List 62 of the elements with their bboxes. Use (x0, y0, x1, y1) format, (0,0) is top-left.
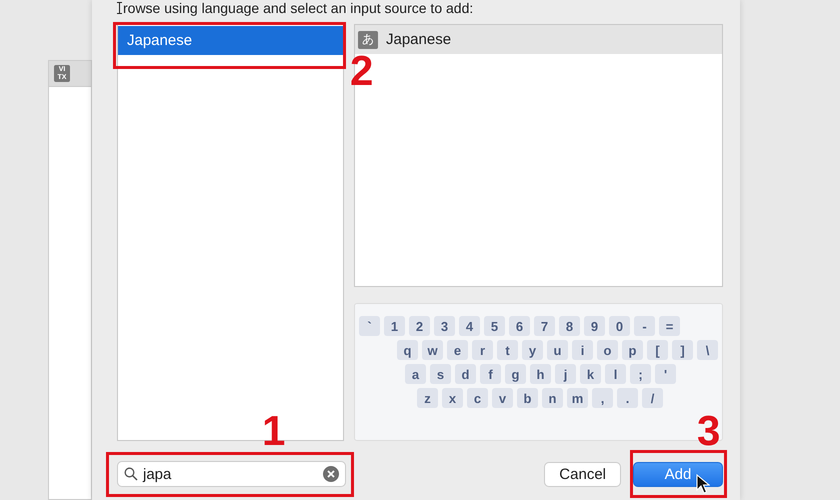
keyboard-key: x (442, 388, 463, 408)
input-source-item[interactable]: あ Japanese (355, 25, 722, 54)
keyboard-key: r (472, 340, 493, 360)
keyboard-key: c (467, 388, 488, 408)
annotation-number: 1 (262, 410, 286, 452)
dialog-heading: rowse using language and select an input source to add: (123, 0, 474, 16)
keyboard-key: w (422, 340, 443, 360)
clear-icon[interactable] (323, 466, 339, 482)
keyboard-key: , (592, 388, 613, 408)
keyboard-key: f (480, 364, 501, 384)
keyboard-key: 7 (534, 316, 555, 336)
search-field[interactable]: japa (117, 461, 346, 487)
keyboard-key: [ (647, 340, 668, 360)
keyboard-key: ' (655, 364, 676, 384)
keyboard-key: q (397, 340, 418, 360)
keyboard-key: 2 (409, 316, 430, 336)
keyboard-key: h (530, 364, 551, 384)
search-icon (124, 467, 138, 481)
keyboard-key: i (572, 340, 593, 360)
annotation-number: 3 (697, 410, 720, 452)
keyboard-key: 8 (559, 316, 580, 336)
keyboard-key: 6 (509, 316, 530, 336)
keyboard-key: - (634, 316, 655, 336)
mouse-pointer-icon (696, 474, 710, 494)
language-item[interactable]: Japanese (118, 26, 343, 55)
keyboard-key: m (567, 388, 588, 408)
input-source-label: Japanese (386, 31, 452, 48)
keyboard-key: 4 (459, 316, 480, 336)
search-value: japa (143, 466, 172, 482)
keyboard-key: g (505, 364, 526, 384)
keyboard-key: = (659, 316, 680, 336)
keyboard-key: n (542, 388, 563, 408)
keyboard-key: p (622, 340, 643, 360)
text-cursor-icon (117, 2, 122, 14)
keyboard-key: 3 (434, 316, 455, 336)
keyboard-key: j (555, 364, 576, 384)
keyboard-key: 9 (584, 316, 605, 336)
cancel-button[interactable]: Cancel (544, 462, 621, 486)
keyboard-key: 0 (609, 316, 630, 336)
keyboard-key: s (430, 364, 451, 384)
keyboard-key: ; (630, 364, 651, 384)
keyboard-key: ] (672, 340, 693, 360)
keyboard-key: u (547, 340, 568, 360)
keyboard-key: 5 (484, 316, 505, 336)
keyboard-key: e (447, 340, 468, 360)
keyboard-key: v (492, 388, 513, 408)
keyboard-key: o (597, 340, 618, 360)
keyboard-key: 1 (384, 316, 405, 336)
keyboard-key: . (617, 388, 638, 408)
keyboard-key: b (517, 388, 538, 408)
keyboard-key: a (405, 364, 426, 384)
japanese-input-icon: あ (358, 30, 378, 48)
keyboard-key: t (497, 340, 518, 360)
keyboard-key: d (455, 364, 476, 384)
keyboard-key: ` (359, 316, 380, 336)
keyboard-key: y (522, 340, 543, 360)
keyboard-key: k (580, 364, 601, 384)
add-button[interactable]: Add (633, 462, 723, 486)
keyboard-key: l (605, 364, 626, 384)
keyboard-key: / (642, 388, 663, 408)
keyboard-key: z (417, 388, 438, 408)
keyboard-key: \ (697, 340, 718, 360)
